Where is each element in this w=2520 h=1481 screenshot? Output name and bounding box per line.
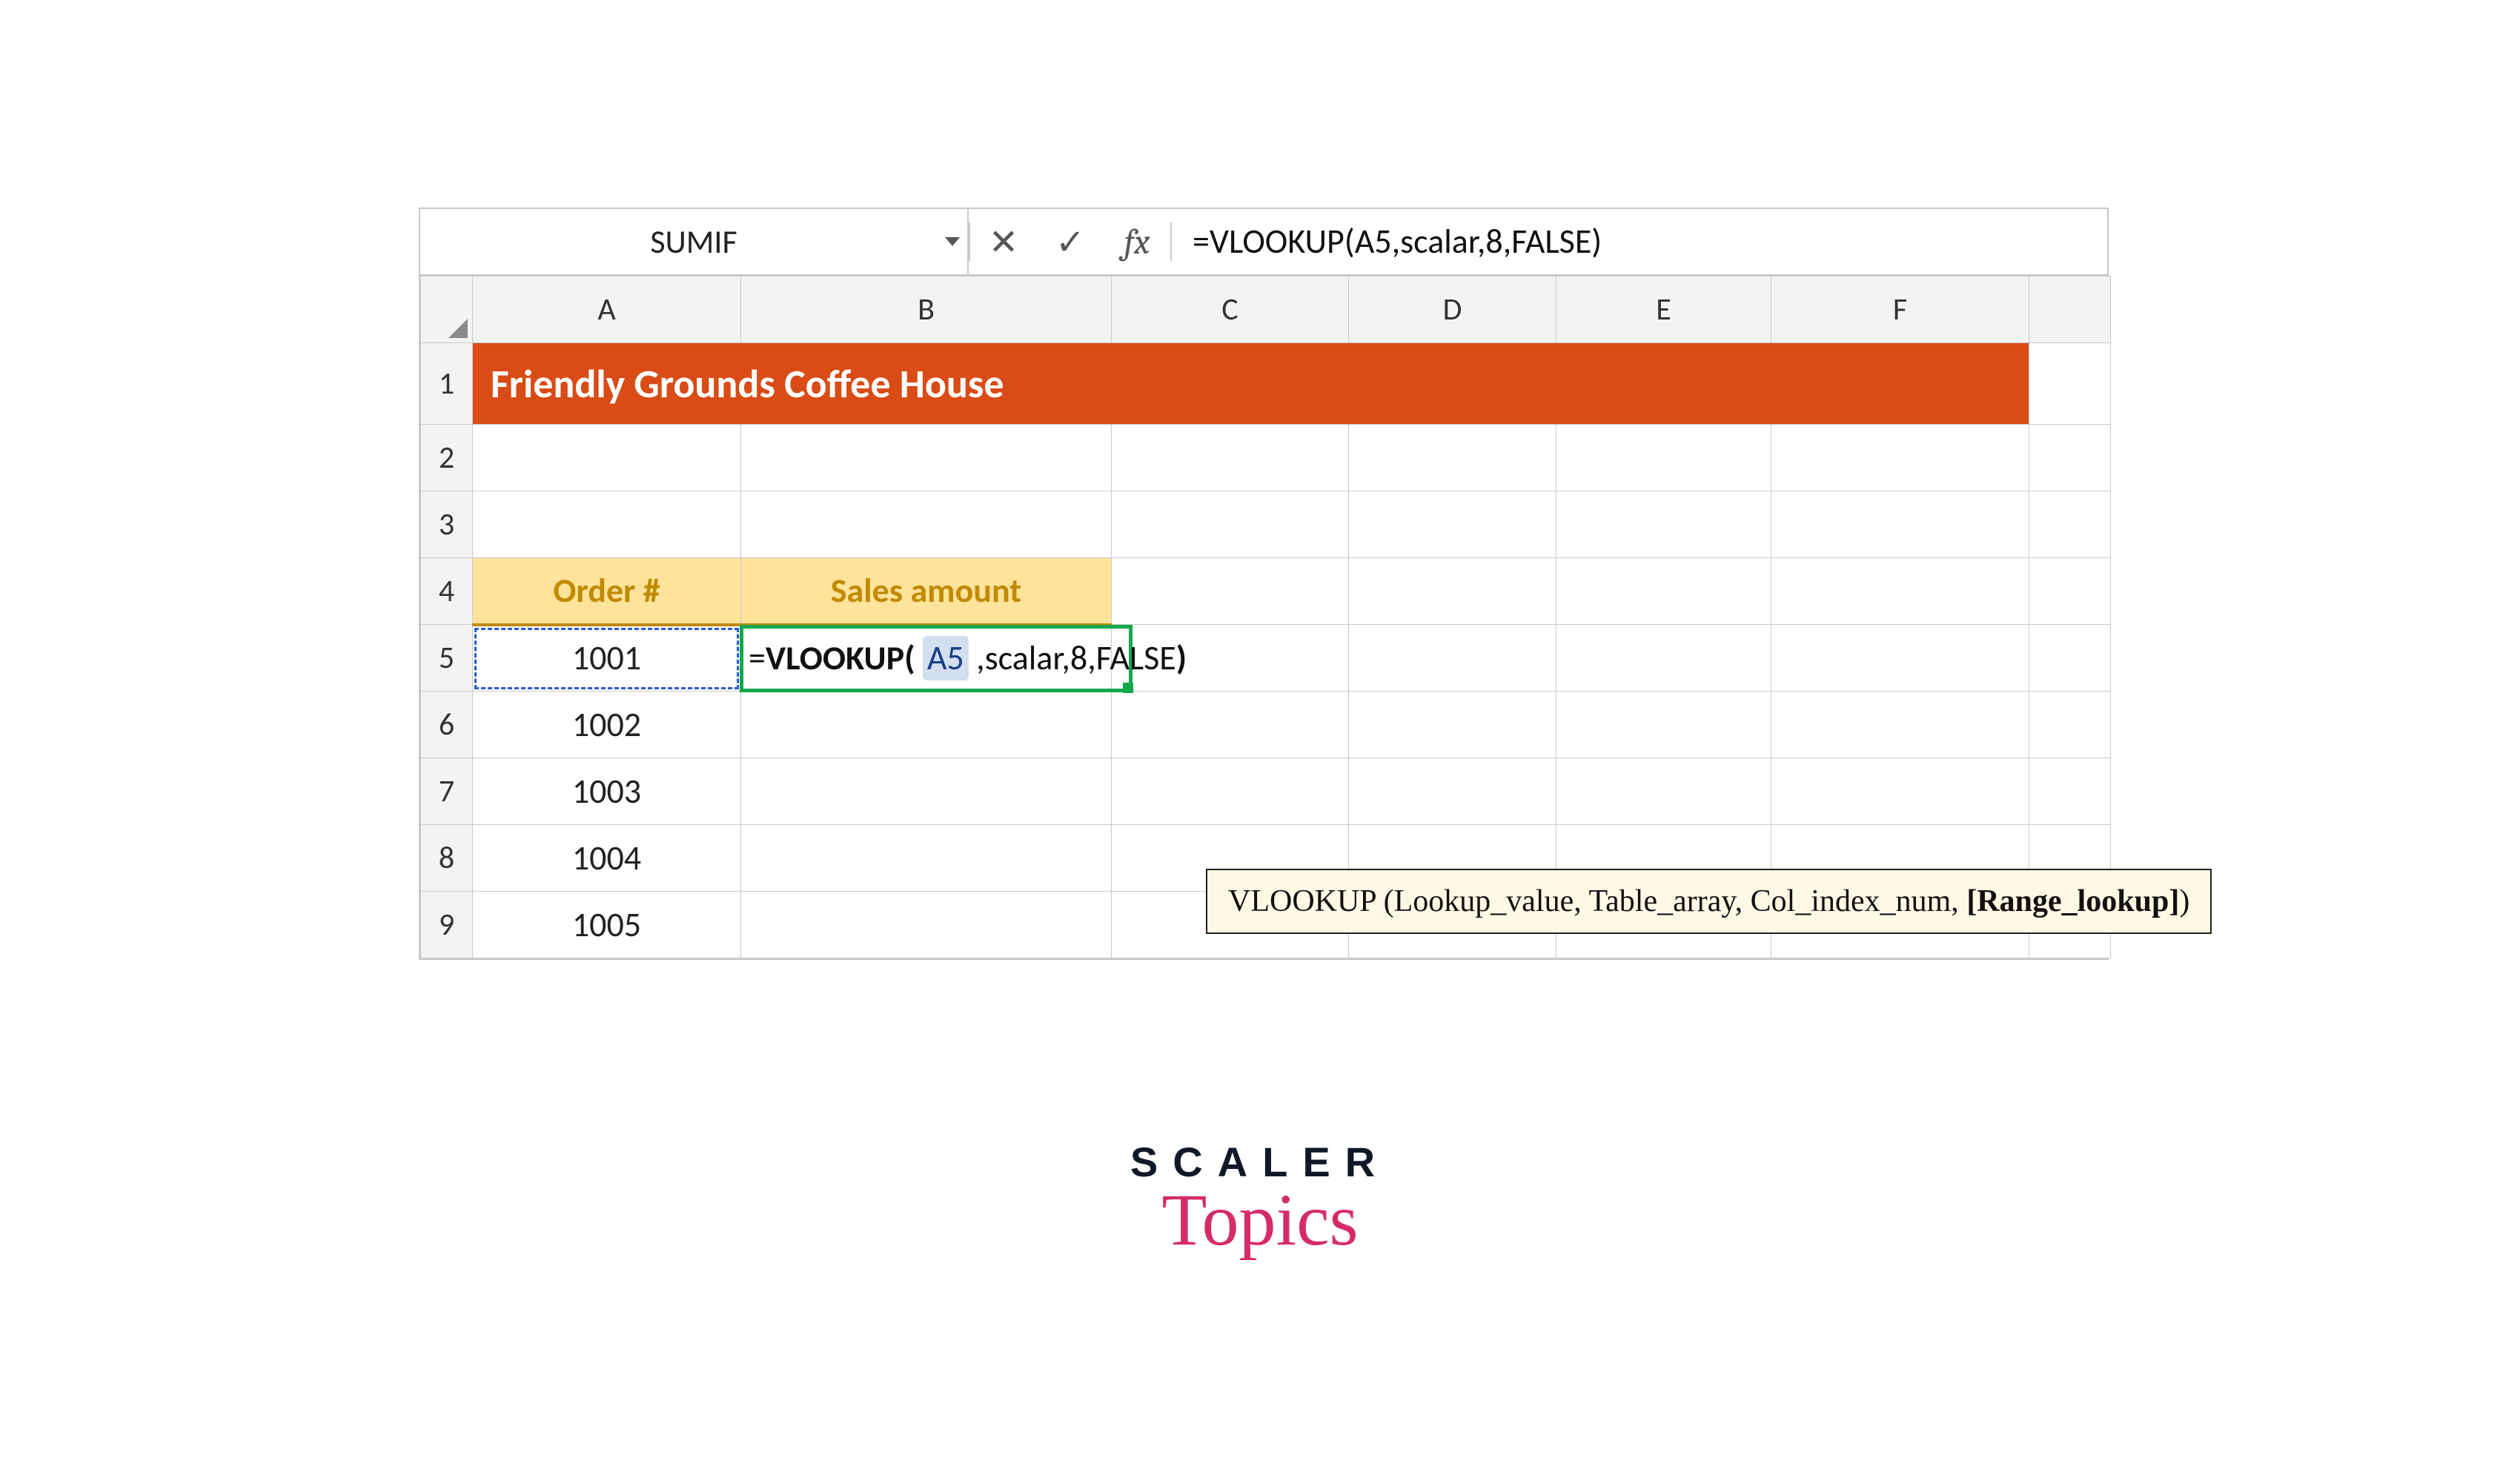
- cell-A7[interactable]: 1003: [473, 758, 741, 825]
- col-header-D[interactable]: D: [1349, 276, 1556, 343]
- spreadsheet-grid[interactable]: A B C D E F 1 Friendly Grounds Coffee Ho…: [420, 276, 2111, 958]
- row-header-5[interactable]: 5: [421, 625, 473, 692]
- cell[interactable]: [1112, 558, 1349, 625]
- row-7: 7 1003: [421, 758, 2111, 825]
- select-all-corner[interactable]: [421, 276, 473, 343]
- name-box[interactable]: SUMIF: [420, 209, 969, 274]
- function-tooltip: VLOOKUP (Lookup_value, Table_array, Col_…: [1206, 869, 2212, 934]
- cell[interactable]: [741, 425, 1112, 491]
- excel-window: SUMIF ✕ ✓ fx =VLOOKUP(A5,scalar,8,FALSE)…: [419, 208, 2109, 960]
- scaler-topics-logo: SCALER Topics: [1130, 1138, 1390, 1262]
- col-header-B[interactable]: B: [741, 276, 1112, 343]
- cell[interactable]: [1771, 758, 2029, 825]
- cell[interactable]: [2029, 343, 2111, 425]
- row-1: 1 Friendly Grounds Coffee House: [421, 343, 2111, 425]
- cell[interactable]: [1349, 491, 1556, 558]
- cell[interactable]: [2029, 758, 2111, 825]
- cell[interactable]: [741, 825, 1112, 892]
- cell[interactable]: [1349, 625, 1556, 692]
- header-sales[interactable]: Sales amount: [741, 558, 1112, 625]
- cell[interactable]: [1349, 758, 1556, 825]
- tooltip-close: ): [2179, 884, 2189, 918]
- col-header-E[interactable]: E: [1556, 276, 1771, 343]
- row-header-2[interactable]: 2: [421, 425, 473, 491]
- title-banner[interactable]: Friendly Grounds Coffee House: [473, 343, 2029, 425]
- cell[interactable]: [1771, 625, 2029, 692]
- row-header-6[interactable]: 6: [421, 692, 473, 758]
- cell[interactable]: [2029, 491, 2111, 558]
- cell[interactable]: [741, 758, 1112, 825]
- edit-rest: ,scalar,8,FALSE: [969, 637, 1176, 679]
- cell[interactable]: [1556, 491, 1771, 558]
- cell[interactable]: [2029, 425, 2111, 491]
- cell[interactable]: [1349, 425, 1556, 491]
- cell-A8[interactable]: 1004: [473, 825, 741, 892]
- cell[interactable]: [1556, 425, 1771, 491]
- cell[interactable]: [1349, 558, 1556, 625]
- edit-arg1: A5: [923, 636, 969, 680]
- cell[interactable]: [1556, 558, 1771, 625]
- cell[interactable]: [1112, 758, 1349, 825]
- cell[interactable]: [473, 491, 741, 558]
- row-2: 2: [421, 425, 2111, 491]
- cell-A9[interactable]: 1005: [473, 892, 741, 958]
- row-header-4[interactable]: 4: [421, 558, 473, 625]
- cell[interactable]: [741, 692, 1112, 758]
- row-3: 3: [421, 491, 2111, 558]
- edit-prefix: =: [749, 637, 766, 679]
- row-5: 5 1001 =VLOOKUP( A5 ,scalar,8,FALSE): [421, 625, 2111, 692]
- col-header-A[interactable]: A: [473, 276, 741, 343]
- accept-icon[interactable]: ✓: [1037, 209, 1104, 274]
- col-header-F[interactable]: F: [1771, 276, 2029, 343]
- column-header-row: A B C D E F: [421, 276, 2111, 343]
- row-4: 4 Order # Sales amount: [421, 558, 2111, 625]
- fx-icon[interactable]: fx: [1104, 209, 1170, 274]
- cell[interactable]: [1556, 758, 1771, 825]
- cell[interactable]: [1349, 692, 1556, 758]
- cell[interactable]: [1771, 491, 2029, 558]
- tooltip-bold: [Range_lookup]: [1966, 884, 2179, 918]
- formula-bar: SUMIF ✕ ✓ fx =VLOOKUP(A5,scalar,8,FALSE): [420, 209, 2107, 276]
- cell[interactable]: [741, 892, 1112, 958]
- cell[interactable]: [1771, 425, 2029, 491]
- cell[interactable]: [473, 425, 741, 491]
- row-6: 6 1002: [421, 692, 2111, 758]
- cell[interactable]: [1112, 425, 1349, 491]
- edit-func: VLOOKUP(: [766, 637, 915, 679]
- header-order[interactable]: Order #: [473, 558, 741, 625]
- cell[interactable]: [741, 491, 1112, 558]
- cell-A6[interactable]: 1002: [473, 692, 741, 758]
- logo-line2: Topics: [1130, 1177, 1390, 1262]
- cell[interactable]: [2029, 625, 2111, 692]
- edit-text: =VLOOKUP( A5 ,scalar,8,FALSE): [749, 637, 1187, 679]
- cell-B5-editing[interactable]: =VLOOKUP( A5 ,scalar,8,FALSE): [741, 625, 1112, 692]
- cell[interactable]: [1112, 692, 1349, 758]
- edit-close: ): [1176, 637, 1187, 679]
- name-box-text: SUMIF: [650, 222, 737, 262]
- row-header-7[interactable]: 7: [421, 758, 473, 825]
- tooltip-text: VLOOKUP (Lookup_value, Table_array, Col_…: [1228, 884, 1966, 918]
- formula-input[interactable]: =VLOOKUP(A5,scalar,8,FALSE): [1172, 209, 2107, 274]
- cell[interactable]: [1556, 625, 1771, 692]
- cell[interactable]: [1112, 491, 1349, 558]
- row-header-3[interactable]: 3: [421, 491, 473, 558]
- row-header-8[interactable]: 8: [421, 825, 473, 892]
- cell[interactable]: [2029, 558, 2111, 625]
- chevron-down-icon[interactable]: [945, 237, 960, 246]
- row-header-9[interactable]: 9: [421, 892, 473, 958]
- cell[interactable]: [1771, 558, 2029, 625]
- cell-A5[interactable]: 1001: [473, 625, 741, 692]
- cell[interactable]: [1771, 692, 2029, 758]
- cell[interactable]: [1556, 692, 1771, 758]
- cell[interactable]: [2029, 692, 2111, 758]
- row-header-1[interactable]: 1: [421, 343, 473, 425]
- col-header-tail: [2029, 276, 2111, 343]
- cancel-icon[interactable]: ✕: [970, 209, 1037, 274]
- col-header-C[interactable]: C: [1112, 276, 1349, 343]
